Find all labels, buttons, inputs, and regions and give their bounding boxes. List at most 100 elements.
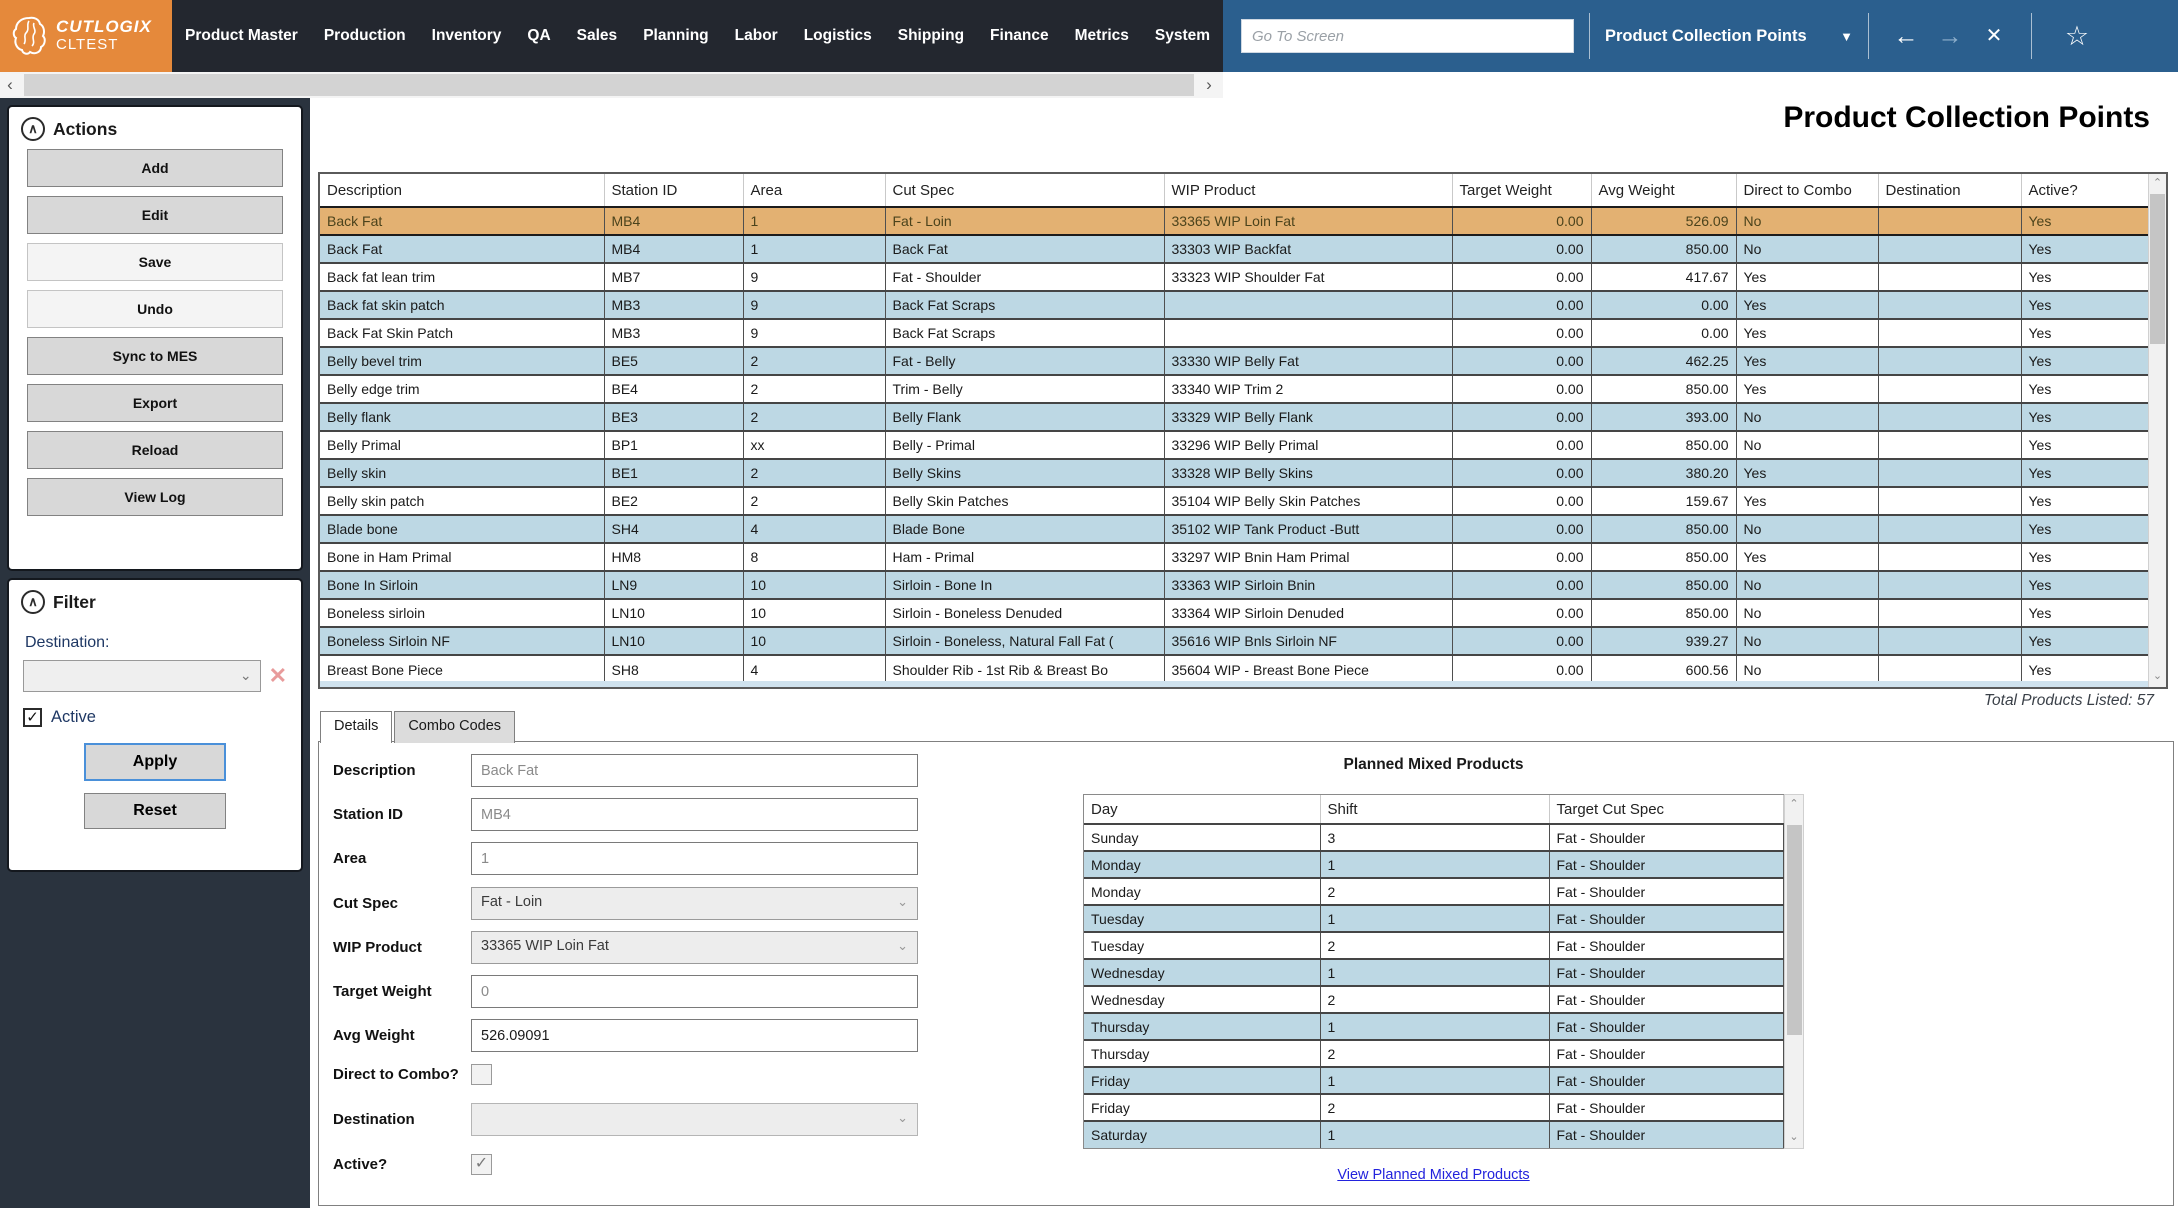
column-header-shift[interactable]: Shift	[1320, 795, 1549, 824]
forward-button[interactable]: →	[1928, 0, 1972, 72]
table-row[interactable]: Saturday1Fat - Shoulder	[1084, 1121, 1783, 1148]
go-to-screen-input[interactable]	[1241, 19, 1574, 53]
nav-item-metrics[interactable]: Metrics	[1062, 27, 1142, 45]
screen-selector-dropdown[interactable]: Product Collection Points ▼	[1605, 27, 1853, 46]
table-row[interactable]: Back Fat Skin PatchMB39Back Fat Scraps0.…	[320, 319, 2148, 347]
table-row[interactable]: Blade boneSH44Blade Bone35102 WIP Tank P…	[320, 515, 2148, 543]
nav-item-qa[interactable]: QA	[514, 27, 563, 45]
table-row[interactable]: Thursday2Fat - Shoulder	[1084, 1040, 1783, 1067]
table-row[interactable]: Belly flankBE32Belly Flank33329 WIP Bell…	[320, 403, 2148, 431]
tab-details[interactable]: Details	[320, 711, 392, 743]
destination-filter-select[interactable]: ⌄	[23, 660, 261, 692]
column-header-wip-product[interactable]: WIP Product	[1164, 174, 1452, 207]
nav-item-inventory[interactable]: Inventory	[419, 27, 515, 45]
column-header-cut-spec[interactable]: Cut Spec	[885, 174, 1164, 207]
table-row[interactable]: Wednesday2Fat - Shoulder	[1084, 986, 1783, 1013]
target-weight-field[interactable]	[471, 975, 918, 1008]
scroll-down-icon[interactable]: ⌄	[2149, 669, 2166, 685]
table-row[interactable]: Belly PrimalBP1xxBelly - Primal33296 WIP…	[320, 431, 2148, 459]
nav-item-finance[interactable]: Finance	[977, 27, 1062, 45]
table-row[interactable]: Breast Bone PieceSH84Shoulder Rib - 1st …	[320, 655, 2148, 683]
save-button[interactable]: Save	[27, 243, 283, 281]
table-row[interactable]: Thursday1Fat - Shoulder	[1084, 1013, 1783, 1040]
collapse-filter-icon[interactable]: ∧	[21, 590, 45, 614]
grid-vertical-scrollbar[interactable]: ⌃ ⌄	[2148, 174, 2166, 687]
column-header-direct-to-combo[interactable]: Direct to Combo	[1736, 174, 1878, 207]
table-row[interactable]: Monday1Fat - Shoulder	[1084, 851, 1783, 878]
destination-select[interactable]: ⌄	[471, 1103, 918, 1136]
export-button[interactable]: Export	[27, 384, 283, 422]
table-row[interactable]: Sunday3Fat - Shoulder	[1084, 824, 1783, 851]
edit-button[interactable]: Edit	[27, 196, 283, 234]
nav-item-planning[interactable]: Planning	[630, 27, 721, 45]
table-row[interactable]: Back fat lean trimMB79Fat - Shoulder3332…	[320, 263, 2148, 291]
reset-button[interactable]: Reset	[84, 793, 226, 829]
close-screen-button[interactable]: ✕	[1972, 0, 2016, 72]
reload-button[interactable]: Reload	[27, 431, 283, 469]
favorite-star-button[interactable]: ☆	[2047, 21, 2107, 52]
area-field[interactable]	[471, 842, 918, 875]
grid-scrollbar-thumb[interactable]	[2150, 194, 2165, 344]
column-header-destination[interactable]: Destination	[1878, 174, 2021, 207]
table-row[interactable]: Back fat skin patchMB39Back Fat Scraps0.…	[320, 291, 2148, 319]
back-button[interactable]: ←	[1884, 0, 1928, 72]
scroll-down-icon[interactable]: ⌄	[1785, 1130, 1803, 1146]
wip-product-select[interactable]: 33365 WIP Loin Fat ⌄	[471, 931, 918, 964]
table-row[interactable]: Belly skinBE12Belly Skins33328 WIP Belly…	[320, 459, 2148, 487]
table-row[interactable]: Wednesday1Fat - Shoulder	[1084, 959, 1783, 986]
active-checkbox[interactable]: ✓	[471, 1154, 492, 1175]
description-field[interactable]	[471, 754, 918, 787]
table-row[interactable]: Belly edge trimBE42Trim - Belly33340 WIP…	[320, 375, 2148, 403]
table-row[interactable]: Bone in Ham PrimalHM88Ham - Primal33297 …	[320, 543, 2148, 571]
table-row[interactable]: Friday1Fat - Shoulder	[1084, 1067, 1783, 1094]
table-row[interactable]: Tuesday1Fat - Shoulder	[1084, 905, 1783, 932]
scroll-left-icon[interactable]: ‹	[0, 72, 20, 98]
planned-vertical-scrollbar[interactable]: ⌃ ⌄	[1784, 794, 1804, 1149]
app-logo[interactable]: CUTLOGIX CLTEST	[0, 0, 172, 72]
table-row[interactable]: Boneless Sirloin NFLN1010Sirloin - Bonel…	[320, 627, 2148, 655]
table-row[interactable]: Back FatMB41Fat - Loin33365 WIP Loin Fat…	[320, 207, 2148, 235]
cut-spec-select[interactable]: Fat - Loin ⌄	[471, 887, 918, 920]
avg-weight-field[interactable]	[471, 1019, 918, 1052]
table-row[interactable]: Belly bevel trimBE52Fat - Belly33330 WIP…	[320, 347, 2148, 375]
menu-scrollbar[interactable]: ‹ ›	[0, 72, 1223, 98]
scroll-right-icon[interactable]: ›	[1199, 72, 1219, 98]
column-header-avg-weight[interactable]: Avg Weight	[1591, 174, 1736, 207]
scroll-up-icon[interactable]: ⌃	[1785, 797, 1803, 813]
active-filter-checkbox[interactable]: ✓	[23, 708, 42, 727]
nav-item-system[interactable]: System	[1142, 27, 1223, 45]
sync-to-mes-button[interactable]: Sync to MES	[27, 337, 283, 375]
collapse-actions-icon[interactable]: ∧	[21, 117, 45, 141]
column-header-station-id[interactable]: Station ID	[604, 174, 743, 207]
table-row[interactable]: Boneless sirloinLN1010Sirloin - Boneless…	[320, 599, 2148, 627]
menu-scrollbar-thumb[interactable]	[24, 74, 1194, 96]
apply-button[interactable]: Apply	[84, 743, 226, 781]
table-row[interactable]: Tuesday2Fat - Shoulder	[1084, 932, 1783, 959]
active-filter-checkbox-row[interactable]: ✓ Active	[23, 708, 287, 727]
grid-horizontal-scrollbar[interactable]	[320, 681, 2148, 687]
nav-item-shipping[interactable]: Shipping	[885, 27, 977, 45]
nav-item-product-master[interactable]: Product Master	[172, 27, 311, 45]
column-header-target-weight[interactable]: Target Weight	[1452, 174, 1591, 207]
tab-combo-codes[interactable]: Combo Codes	[394, 711, 515, 743]
table-row[interactable]: Back FatMB41Back Fat33303 WIP Backfat0.0…	[320, 235, 2148, 263]
table-row[interactable]: Bone In SirloinLN910Sirloin - Bone In333…	[320, 571, 2148, 599]
scroll-up-icon[interactable]: ⌃	[2149, 176, 2166, 192]
clear-destination-icon[interactable]: ✕	[269, 663, 287, 689]
add-button[interactable]: Add	[27, 149, 283, 187]
table-row[interactable]: Belly skin patchBE22Belly Skin Patches35…	[320, 487, 2148, 515]
column-header-area[interactable]: Area	[743, 174, 885, 207]
table-row[interactable]: Monday2Fat - Shoulder	[1084, 878, 1783, 905]
view-planned-mixed-products-link[interactable]: View Planned Mixed Products	[1337, 1167, 1529, 1183]
undo-button[interactable]: Undo	[27, 290, 283, 328]
column-header-description[interactable]: Description	[320, 174, 604, 207]
planned-scrollbar-thumb[interactable]	[1787, 825, 1802, 1035]
column-header-target-cut-spec[interactable]: Target Cut Spec	[1549, 795, 1783, 824]
view-log-button[interactable]: View Log	[27, 478, 283, 516]
column-header-day[interactable]: Day	[1084, 795, 1320, 824]
table-row[interactable]: Friday2Fat - Shoulder	[1084, 1094, 1783, 1121]
nav-item-logistics[interactable]: Logistics	[791, 27, 885, 45]
station-id-field[interactable]	[471, 798, 918, 831]
direct-to-combo-checkbox[interactable]: ✓	[471, 1064, 492, 1085]
nav-item-labor[interactable]: Labor	[722, 27, 791, 45]
